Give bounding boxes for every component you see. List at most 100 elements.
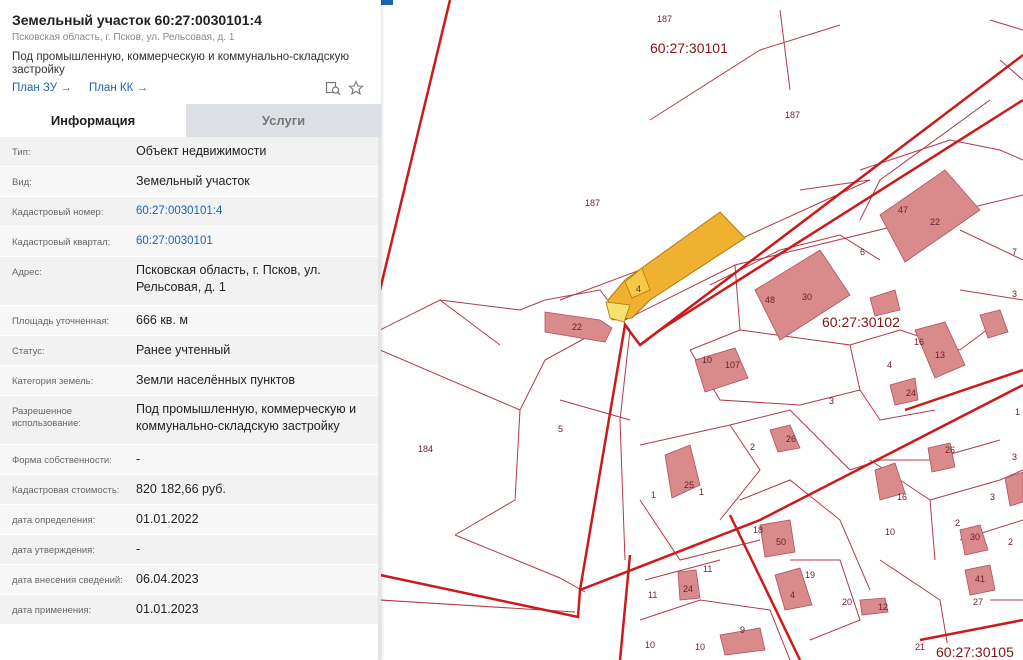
svg-text:187: 187 [785, 110, 800, 120]
info-row: дата применения: 01.01.2023 [0, 595, 381, 625]
tab-information[interactable]: Информация [0, 104, 186, 137]
info-row-label: Тип: [12, 147, 31, 158]
svg-text:30: 30 [970, 532, 980, 542]
plan-kk-link[interactable]: План КК → [89, 82, 148, 94]
info-row-value: Псковская область, г. Псков, ул. Рельсов… [136, 263, 321, 294]
plan-zu-link[interactable]: План ЗУ → [12, 82, 72, 94]
parcel-address: Псковская область, г. Псков, ул. Рельсов… [12, 32, 235, 43]
svg-text:47: 47 [898, 205, 908, 215]
star-icon[interactable] [348, 80, 364, 96]
info-fields: Тип: Объект недвижимости Вид: Земельный уча… [0, 137, 381, 625]
info-row-label: Кадастровый номер: [12, 207, 104, 218]
svg-text:6: 6 [860, 247, 865, 257]
svg-text:19: 19 [805, 570, 815, 580]
svg-text:4: 4 [636, 284, 641, 294]
svg-text:10: 10 [645, 640, 655, 650]
info-row: Вид: Земельный участок [0, 167, 381, 197]
svg-text:41: 41 [975, 574, 985, 584]
tab-services[interactable]: Услуги [186, 104, 381, 137]
svg-text:27: 27 [973, 597, 983, 607]
svg-text:3: 3 [829, 396, 834, 406]
svg-text:9: 9 [740, 625, 745, 635]
svg-text:187: 187 [585, 198, 600, 208]
svg-text:30: 30 [802, 292, 812, 302]
info-row-label: дата определения: [12, 515, 96, 526]
info-row-value: 06.04.2023 [136, 572, 199, 586]
info-row: дата внесения сведений: 06.04.2023 [0, 565, 381, 595]
svg-text:11: 11 [648, 590, 657, 600]
svg-text:2: 2 [750, 442, 755, 452]
info-row-link[interactable]: 60:27:0030101:4 [136, 203, 371, 220]
tab-bar: Информация Услуги [0, 104, 381, 137]
info-row: дата утверждения: - [0, 535, 381, 565]
svg-text:24: 24 [683, 584, 693, 594]
svg-text:3: 3 [990, 492, 995, 502]
info-row: Разрешенное использование: Под промышленн… [0, 396, 381, 445]
info-row: Кадастровая стоимость: 820 182,66 руб. [0, 475, 381, 505]
svg-text:16: 16 [914, 337, 924, 347]
quarter-label-30101: 60:27:30101 [650, 40, 728, 56]
info-row-value: Объект недвижимости [136, 144, 267, 158]
info-row: дата определения: 01.01.2022 [0, 505, 381, 535]
scrollbar[interactable] [378, 137, 381, 660]
svg-text:12: 12 [878, 602, 888, 612]
svg-text:1: 1 [651, 490, 656, 500]
info-row-label: Форма собственности: [12, 455, 112, 466]
svg-text:2: 2 [955, 518, 960, 528]
svg-text:5: 5 [558, 424, 563, 434]
svg-text:10: 10 [695, 642, 705, 652]
info-row-label: Разрешенное использование: [12, 406, 82, 429]
svg-text:20: 20 [842, 597, 852, 607]
info-row-value: 01.01.2023 [136, 602, 199, 616]
svg-text:48: 48 [765, 295, 775, 305]
svg-text:22: 22 [930, 217, 940, 227]
info-row-value: - [136, 452, 141, 466]
parcel-title: Земельный участок 60:27:0030101:4 [12, 12, 262, 28]
svg-text:26: 26 [786, 434, 796, 444]
svg-text:187: 187 [657, 14, 672, 24]
svg-text:24: 24 [906, 388, 916, 398]
svg-text:21: 21 [915, 642, 925, 652]
info-row-label: Статус: [12, 346, 45, 357]
info-row: Категория земель: Земли населённых пункто… [0, 366, 381, 396]
info-row-label: Площадь уточненная: [12, 316, 110, 327]
info-row: Кадастровый номер: 60:27:0030101:4 [0, 197, 381, 227]
info-row: Площадь уточненная: 666 кв. м [0, 306, 381, 336]
svg-text:22: 22 [572, 322, 582, 332]
svg-text:184: 184 [418, 444, 433, 454]
info-row-value: 820 182,66 руб. [136, 482, 226, 496]
svg-text:2: 2 [1008, 537, 1013, 547]
svg-text:10: 10 [885, 527, 895, 537]
info-row-label: Категория земель: [12, 376, 94, 387]
info-row-label: Кадастровый квартал: [12, 237, 111, 248]
svg-text:13: 13 [935, 350, 945, 360]
map-search-icon[interactable] [325, 80, 341, 96]
svg-text:16: 16 [897, 492, 907, 502]
info-row-value: Ранее учтенный [136, 343, 231, 357]
parcel-purpose: Под промышленную, коммерческую и коммуна… [12, 51, 349, 76]
info-row-value: Под промышленную, коммерческую и коммуна… [136, 402, 357, 433]
info-row: Статус: Ранее учтенный [0, 336, 381, 366]
info-row-value: 01.01.2022 [136, 512, 199, 526]
info-row-value: Земли населённых пунктов [136, 373, 295, 387]
svg-text:3: 3 [1012, 289, 1017, 299]
plan-links: План ЗУ → План КК → [12, 82, 162, 94]
svg-text:50: 50 [776, 537, 786, 547]
svg-text:10: 10 [702, 355, 712, 365]
info-row-label: дата внесения сведений: [12, 575, 123, 586]
quarter-label-30102: 60:27:30102 [822, 314, 900, 330]
svg-text:4: 4 [887, 360, 892, 370]
info-row-label: дата применения: [12, 605, 92, 616]
info-row-value: Земельный участок [136, 174, 250, 188]
svg-text:107: 107 [725, 360, 740, 370]
info-row: Адрес: Псковская область, г. Псков, ул. Р… [0, 257, 381, 306]
info-row-link[interactable]: 60:27:0030101 [136, 233, 371, 250]
svg-text:7: 7 [1012, 247, 1017, 257]
svg-text:18: 18 [753, 525, 763, 535]
info-row: Кадастровый квартал: 60:27:0030101 [0, 227, 381, 257]
info-row-value: 666 кв. м [136, 313, 188, 327]
info-row-label: Адрес: [12, 267, 42, 278]
info-row: Тип: Объект недвижимости [0, 137, 381, 167]
svg-text:26: 26 [945, 445, 955, 455]
info-row-label: Кадастровая стоимость: [12, 485, 120, 496]
